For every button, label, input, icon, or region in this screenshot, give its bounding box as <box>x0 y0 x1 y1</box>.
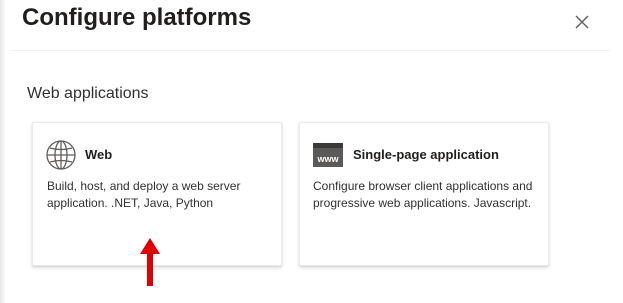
card-title: Single-page application <box>353 147 499 162</box>
card-description: Configure browser client applications an… <box>313 179 533 210</box>
close-icon <box>575 15 589 29</box>
globe-icon <box>46 140 76 170</box>
svg-text:www: www <box>316 154 339 164</box>
panel-left-shadow <box>0 0 6 303</box>
platform-card-spa[interactable]: www Single-page application Configure br… <box>299 122 549 266</box>
www-window-icon: www <box>313 143 343 167</box>
close-button[interactable] <box>568 8 596 36</box>
header-divider <box>10 50 610 51</box>
up-arrow-icon <box>140 238 160 286</box>
card-title: Web <box>85 147 113 162</box>
configure-platforms-panel: Configure platforms Web applications Web… <box>0 0 623 303</box>
card-description: Build, host, and deploy a web server app… <box>47 179 241 210</box>
section-label: Web applications <box>27 85 149 102</box>
page-title: Configure platforms <box>22 4 252 31</box>
